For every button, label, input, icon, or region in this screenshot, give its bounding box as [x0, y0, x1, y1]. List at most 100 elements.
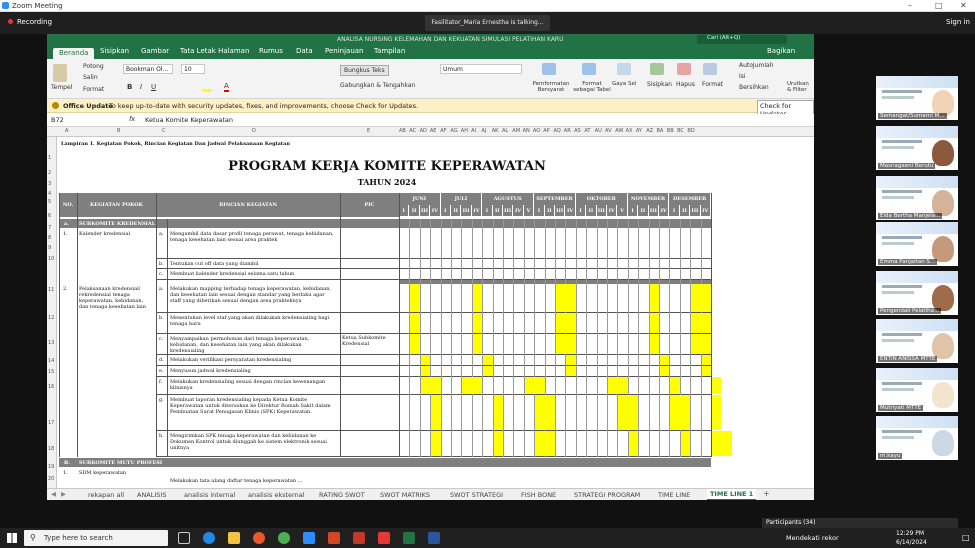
cell-styles-button[interactable]: Gaya Sel: [612, 81, 636, 87]
participant-tile[interactable]: Semangat/Sumarni M...: [876, 76, 958, 120]
participant-tile[interactable]: ENTIN ANISSA MTTE: [876, 319, 958, 363]
week-line: [607, 219, 608, 457]
zoom-app-icon[interactable]: [303, 532, 315, 544]
month-header: JUNI: [399, 193, 440, 205]
format-table-button[interactable]: Format sebagai Tabel: [572, 81, 612, 93]
participant-tile[interactable]: m.kayu: [876, 416, 958, 460]
acrobat-icon[interactable]: [378, 532, 390, 544]
name-box[interactable]: B72: [51, 116, 87, 124]
tab-tata-letak[interactable]: Tata Letak Halaman: [180, 47, 249, 55]
sheet-tab[interactable]: ANALISIS: [137, 491, 166, 499]
word-icon[interactable]: [428, 532, 440, 544]
sheet-tab[interactable]: STRATEGI PROGRAM: [574, 491, 640, 499]
delete-cells-icon[interactable]: [677, 63, 691, 75]
participant-name: m.kayu: [878, 453, 903, 459]
copy-button[interactable]: Salin: [83, 74, 98, 81]
participant-tile[interactable]: Masnagaeni Berutu: [876, 126, 958, 170]
sheet-tab[interactable]: analisis internal: [184, 491, 235, 499]
notification-icon[interactable]: □: [962, 533, 970, 542]
recording-indicator[interactable]: Recording: [8, 18, 52, 26]
format-cells-icon[interactable]: [703, 63, 717, 75]
sheet-tabs-bar: ◀ ▶ rekapan all ANALISIS analisis internal an…: [47, 488, 814, 500]
tab-beranda[interactable]: Beranda: [53, 48, 95, 59]
tab-gambar[interactable]: Gambar: [141, 47, 169, 55]
bold-button[interactable]: B: [127, 83, 132, 91]
fill-button[interactable]: Isi: [739, 73, 746, 80]
paste-icon[interactable]: [53, 64, 67, 82]
share-button[interactable]: Bagikan: [767, 47, 795, 55]
workbook-title: ANALISA NURSING KELEMAHAN DAN KEKUATAN S…: [337, 36, 564, 43]
format-cells-button[interactable]: Format: [702, 81, 723, 88]
delete-cells-button[interactable]: Hapus: [676, 81, 695, 88]
row-number: 10: [48, 256, 55, 262]
autosum-button[interactable]: AutoJumlah: [739, 62, 774, 69]
font-size-select[interactable]: 10: [181, 64, 205, 74]
formula-input[interactable]: Ketua Komite Keperawatan: [145, 116, 233, 124]
week-header: III: [461, 205, 471, 216]
sort-filter-button[interactable]: Urutkan & Filter: [787, 81, 813, 93]
font-color-icon[interactable]: A: [224, 82, 229, 92]
maximize-icon[interactable]: □: [935, 1, 943, 10]
pdf-icon[interactable]: [353, 532, 365, 544]
format-table-icon[interactable]: [582, 63, 596, 75]
conditional-format-icon[interactable]: [542, 63, 556, 75]
add-sheet-icon[interactable]: +: [763, 489, 770, 498]
font-select[interactable]: Bookman Ol...: [123, 64, 173, 74]
sheet-tab[interactable]: SWOT STRATEGI: [450, 491, 503, 499]
minimize-icon[interactable]: –: [908, 1, 912, 10]
cut-button[interactable]: Potong: [83, 63, 104, 70]
merge-center-button[interactable]: Gabungkan & Tengahkan: [340, 82, 415, 89]
format-painter-button[interactable]: Format: [83, 86, 104, 93]
tab-data[interactable]: Data: [296, 47, 313, 55]
tab-rumus[interactable]: Rumus: [259, 47, 283, 55]
participant-tile[interactable]: Elda Bertha Manjela...: [876, 176, 958, 220]
sheet-tab[interactable]: TIME LINE: [658, 491, 690, 499]
sheet-tab[interactable]: rekapan all: [88, 491, 124, 499]
wrap-text-button[interactable]: Bungkus Teks: [340, 65, 389, 76]
tab-tampilan[interactable]: Tampilan: [374, 47, 405, 55]
participants-label[interactable]: Participants (34): [766, 519, 815, 526]
chrome-icon[interactable]: [278, 532, 290, 544]
weather-text[interactable]: Mendekati rekor: [786, 534, 839, 542]
sheet-tab[interactable]: SWOT MATRIKS: [380, 491, 430, 499]
signin-button[interactable]: Sign in: [946, 18, 970, 26]
tab-scroll-right-icon[interactable]: ▶: [61, 490, 66, 498]
task-view-icon[interactable]: [178, 532, 190, 544]
section-b-letter: B.: [64, 460, 70, 466]
column-header: E: [367, 128, 371, 134]
windows-start-icon[interactable]: [7, 533, 17, 543]
firefox-icon[interactable]: [253, 532, 265, 544]
conditional-format-button[interactable]: Pemformatan Bersyarat: [531, 81, 571, 93]
participant-tile[interactable]: Emma Panjaitan S...: [876, 222, 958, 266]
sheet-tab[interactable]: analisis eksternal: [248, 491, 305, 499]
sheet-tab[interactable]: RATING SWOT: [319, 491, 365, 499]
taskbar-search[interactable]: ⚲ Type here to search: [24, 530, 168, 546]
worksheet[interactable]: Lampiran 1. Kegiatan Pokok, Rincian Kegi…: [57, 137, 814, 488]
italic-button[interactable]: I: [140, 83, 142, 91]
fill-color-icon[interactable]: [202, 82, 212, 92]
participant-tile[interactable]: Pengendali Pelatiha...: [876, 271, 958, 315]
tab-scroll-left-icon[interactable]: ◀: [51, 490, 56, 498]
tab-sisipkan[interactable]: Sisipkan: [100, 47, 129, 55]
clock-time[interactable]: 12:29 PM: [896, 530, 924, 537]
close-icon[interactable]: ✕: [960, 1, 967, 10]
excel-icon[interactable]: [403, 532, 415, 544]
clock-date[interactable]: 6/14/2024: [896, 539, 927, 546]
file-explorer-icon[interactable]: [228, 532, 240, 544]
sheet-tab[interactable]: TIME LINE 1: [707, 489, 757, 500]
column-line: [77, 193, 78, 457]
insert-cells-icon[interactable]: [650, 63, 664, 75]
number-format-select[interactable]: Umum: [440, 64, 522, 74]
clear-button[interactable]: Bersihkan: [739, 84, 769, 91]
insert-cells-button[interactable]: Sisipkan: [647, 81, 672, 88]
sheet-tab[interactable]: FISH BONE: [521, 491, 556, 499]
participant-tile[interactable]: Mutriyati MTTE: [876, 368, 958, 412]
underline-button[interactable]: U: [151, 83, 156, 91]
tab-peninjauan[interactable]: Peninjauan: [325, 47, 364, 55]
cell-styles-icon[interactable]: [617, 63, 631, 75]
powerpoint-icon[interactable]: [328, 532, 340, 544]
edge-icon[interactable]: [203, 532, 215, 544]
excel-search[interactable]: Cari (Alt+Q): [697, 35, 787, 44]
paste-button[interactable]: Tempel: [51, 84, 72, 91]
function-icon[interactable]: fx: [129, 115, 135, 123]
